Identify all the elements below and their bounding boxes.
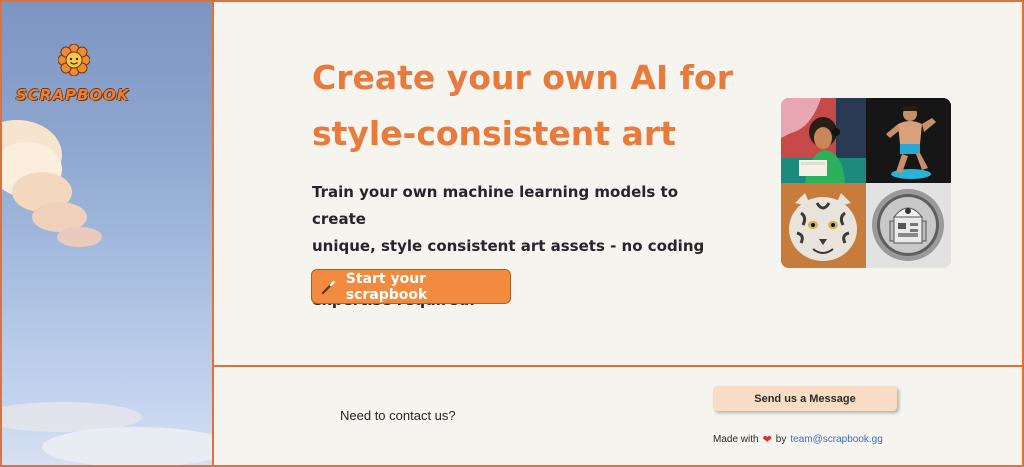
made-with-prefix: Made with — [713, 434, 759, 445]
flower-logo-icon[interactable] — [58, 44, 90, 76]
headline-line-1: Create your own AI for — [312, 58, 733, 97]
sky-background-panel: SCRAPBOOK — [2, 2, 212, 465]
made-with-credit: Made with ❤ by team@scrapbook.gg — [713, 433, 883, 446]
logo-wordmark[interactable]: SCRAPBOOK — [16, 86, 136, 104]
made-with-by: by — [775, 434, 787, 445]
panel-divider — [212, 2, 214, 465]
cloud — [42, 427, 212, 465]
papercraft-figure-art — [866, 98, 951, 183]
subtext-line-1: Train your own machine learning models t… — [312, 183, 679, 228]
hero-headline: Create your own AI for style-consistent … — [312, 50, 752, 162]
contact-prompt: Need to contact us? — [340, 408, 456, 423]
robot-coin-art — [866, 183, 951, 268]
girl-at-desk-art — [781, 98, 866, 183]
email-link[interactable]: team@scrapbook.gg — [790, 434, 882, 445]
magic-wand-icon — [321, 279, 336, 294]
art-example-grid — [781, 98, 951, 268]
headline-line-2: style-consistent art — [312, 114, 676, 153]
send-message-button[interactable]: Send us a Message — [713, 386, 897, 411]
heart-icon: ❤ — [762, 434, 772, 446]
cloud — [57, 227, 102, 247]
start-scrapbook-label: Start your scrapbook — [345, 270, 428, 303]
tiger-papercraft-art — [781, 183, 866, 268]
start-scrapbook-button[interactable]: Start your scrapbook — [311, 269, 511, 304]
footer-divider — [214, 365, 1022, 367]
